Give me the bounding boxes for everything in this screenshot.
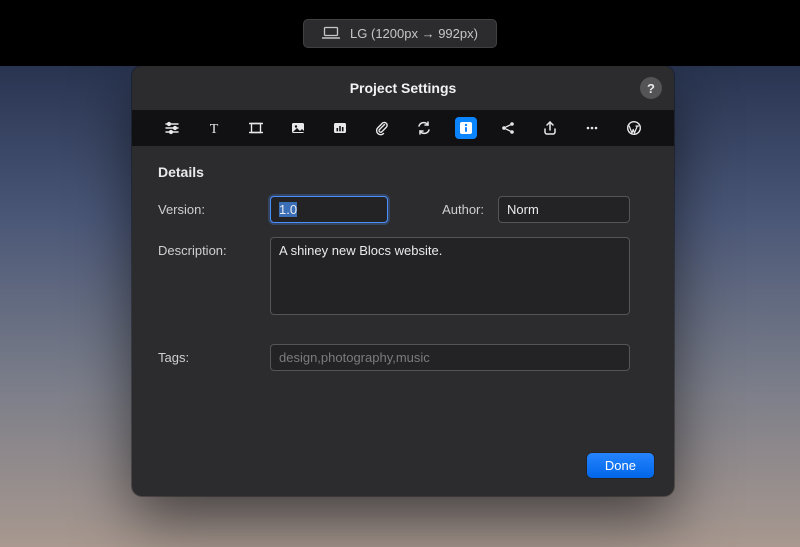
tab-analytics[interactable] (329, 117, 351, 139)
version-label: Version: (158, 196, 270, 217)
project-settings-modal: Project Settings ? T (132, 66, 674, 496)
help-icon: ? (647, 81, 655, 96)
author-label: Author: (410, 196, 498, 217)
modal-content: Details Version: Author: Description: Ta… (132, 146, 674, 441)
laptop-icon (322, 26, 340, 40)
tab-image[interactable] (287, 117, 309, 139)
breakpoint-pill[interactable]: LG (1200px → 992px) (303, 19, 497, 48)
description-textarea[interactable] (270, 237, 630, 315)
tab-attachments[interactable] (371, 117, 393, 139)
settings-tabbar: T (132, 110, 674, 146)
tab-typography[interactable]: T (203, 117, 225, 139)
tab-crop[interactable] (245, 117, 267, 139)
breakpoint-label: LG (1200px → 992px) (350, 26, 478, 41)
tab-info[interactable] (455, 117, 477, 139)
section-title: Details (158, 164, 648, 180)
tab-sliders[interactable] (161, 117, 183, 139)
description-label: Description: (158, 237, 270, 258)
window-topbar: LG (1200px → 992px) (0, 0, 800, 66)
tags-input[interactable] (270, 344, 630, 371)
help-button[interactable]: ? (640, 77, 662, 99)
modal-header: Project Settings ? (132, 66, 674, 110)
modal-title: Project Settings (350, 80, 457, 96)
row-version-author: Version: Author: (158, 196, 648, 223)
tab-sync[interactable] (413, 117, 435, 139)
row-tags: Tags: (158, 344, 648, 371)
row-description: Description: (158, 237, 648, 320)
author-input[interactable] (498, 196, 630, 223)
svg-text:T: T (210, 122, 219, 136)
tags-label: Tags: (158, 344, 270, 365)
modal-footer: Done (132, 441, 674, 496)
done-button[interactable]: Done (587, 453, 654, 478)
tab-more[interactable] (581, 117, 603, 139)
tab-share[interactable] (497, 117, 519, 139)
tab-wordpress[interactable] (623, 117, 645, 139)
version-input[interactable] (270, 196, 388, 223)
tab-export[interactable] (539, 117, 561, 139)
